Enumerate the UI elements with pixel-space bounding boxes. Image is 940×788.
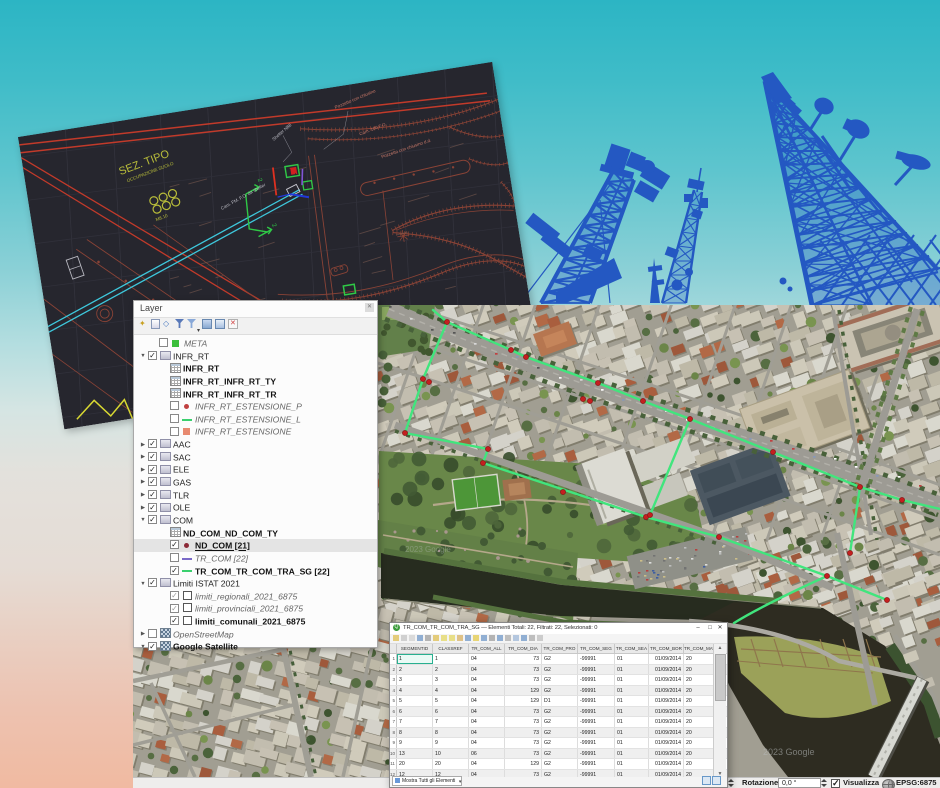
svg-text:2023 Google: 2023 Google: [763, 747, 815, 757]
svg-text:2023 Google: 2023 Google: [405, 545, 451, 554]
